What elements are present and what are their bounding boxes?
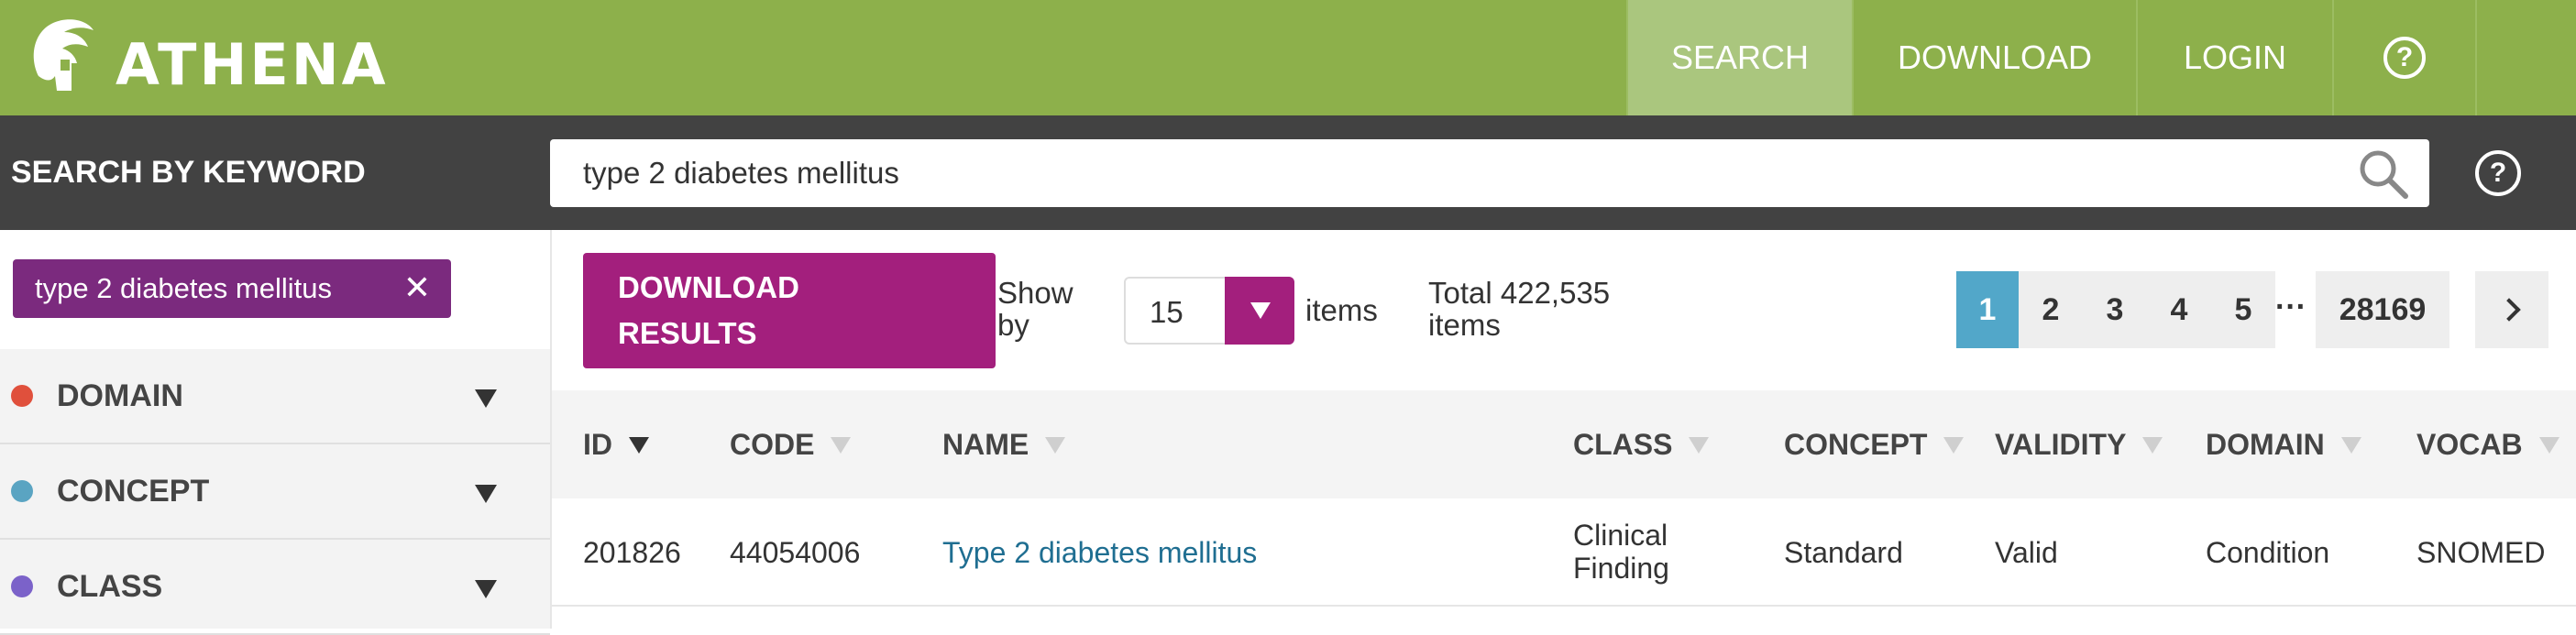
column-class-label: CLASS (1573, 428, 1673, 461)
download-results-button[interactable]: DOWNLOAD RESULTS (583, 253, 996, 368)
search-bar: SEARCH BY KEYWORD ? (0, 115, 2576, 230)
show-by-label: Show by (997, 277, 1089, 341)
nav-download-label: DOWNLOAD (1897, 38, 2092, 76)
chevron-down-icon (475, 580, 497, 598)
cell-id: 201826 (583, 536, 681, 569)
sort-icon (1943, 436, 1965, 454)
top-navigation-bar: ATHENA SEARCH DOWNLOAD LOGIN ? (0, 0, 2576, 115)
column-header-concept[interactable]: CONCEPT (1784, 428, 1965, 462)
nav-search[interactable]: SEARCH (1626, 0, 1852, 115)
page-size-value: 15 (1150, 295, 1183, 329)
column-validity-label: VALIDITY (1995, 428, 2127, 461)
search-icon[interactable] (2356, 147, 2411, 202)
sort-icon (2142, 436, 2163, 454)
cell-code: 44054006 (730, 536, 861, 569)
facet-class-label: CLASS (57, 568, 163, 604)
column-concept-label: CONCEPT (1784, 428, 1928, 461)
page-2[interactable]: 2 (2019, 271, 2083, 348)
filter-sidebar: type 2 diabetes mellitus ✕ DOMAIN CONCEP… (0, 230, 550, 635)
page-size-select[interactable]: 15 (1124, 277, 1294, 345)
logo-text: ATHENA (116, 30, 389, 98)
cell-class-line1: Clinical (1573, 519, 1668, 552)
keyword-filter-chip[interactable]: type 2 diabetes mellitus ✕ (13, 259, 451, 318)
sort-desc-icon (629, 436, 649, 454)
active-filters: type 2 diabetes mellitus ✕ (0, 230, 550, 349)
nav-download[interactable]: DOWNLOAD (1852, 0, 2136, 115)
nav-login-label: LOGIN (2183, 38, 2287, 76)
column-header-validity[interactable]: VALIDITY (1995, 428, 2163, 462)
concept-name-link[interactable]: Type 2 diabetes mellitus (942, 536, 1257, 569)
download-results-line2: RESULTS (618, 316, 757, 350)
nav-help[interactable]: ? (2332, 0, 2475, 115)
column-header-class[interactable]: CLASS (1573, 428, 1710, 462)
nav-login[interactable]: LOGIN (2136, 0, 2332, 115)
column-vocab-label: VOCAB (2416, 428, 2523, 461)
sort-icon (1045, 436, 1066, 454)
sort-icon (831, 436, 852, 454)
cell-vocab: SNOMED (2416, 536, 2546, 569)
cell-concept: Standard (1784, 536, 1903, 569)
column-code-label: CODE (730, 428, 815, 461)
cell-domain: Condition (2206, 536, 2330, 569)
facet-concept[interactable]: CONCEPT (0, 444, 550, 540)
column-id-label: ID (583, 428, 612, 461)
chevron-right-icon (2497, 298, 2521, 322)
cell-class-line2: Finding (1573, 552, 1669, 585)
class-dot-icon (11, 575, 33, 597)
next-page-button[interactable] (2475, 271, 2548, 348)
chevron-down-icon (475, 485, 497, 503)
total-items: Total 422,535 items (1428, 277, 1648, 341)
show-by-line1: Show (997, 276, 1073, 310)
spartan-helmet-icon (33, 19, 94, 91)
nav-spacer (2475, 0, 2576, 115)
help-icon: ? (2383, 37, 2426, 79)
page-last[interactable]: 28169 (2316, 271, 2449, 348)
page-1[interactable]: 1 (1956, 271, 2019, 348)
sort-icon (2340, 436, 2361, 454)
search-input[interactable] (550, 139, 2429, 207)
column-domain-label: DOMAIN (2206, 428, 2325, 461)
page-3[interactable]: 3 (2083, 271, 2147, 348)
column-name-label: NAME (942, 428, 1029, 461)
facet-domain[interactable]: DOMAIN (0, 349, 550, 444)
total-line2: items (1428, 308, 1501, 342)
cell-validity: Valid (1995, 536, 2058, 569)
athena-logo[interactable]: ATHENA (20, 7, 389, 108)
column-header-domain[interactable]: DOMAIN (2206, 428, 2361, 462)
page-4[interactable]: 4 (2147, 271, 2211, 348)
facet-class[interactable]: CLASS (0, 540, 550, 635)
download-results-line1: DOWNLOAD (618, 270, 799, 304)
column-header-name[interactable]: NAME (942, 428, 1066, 462)
column-header-vocab[interactable]: VOCAB (2416, 428, 2559, 462)
column-header-id[interactable]: ID (583, 428, 649, 462)
domain-dot-icon (11, 385, 33, 407)
search-help-icon[interactable]: ? (2475, 150, 2521, 196)
dropdown-arrow-icon[interactable] (1225, 277, 1294, 345)
facet-concept-label: CONCEPT (57, 473, 210, 509)
close-icon[interactable]: ✕ (403, 268, 431, 307)
show-by-line2: by (997, 308, 1029, 342)
column-header-code[interactable]: CODE (730, 428, 852, 462)
chevron-down-icon (475, 389, 497, 408)
facet-domain-label: DOMAIN (57, 378, 183, 413)
concept-dot-icon (11, 480, 33, 502)
nav-search-label: SEARCH (1670, 38, 1810, 76)
table-header: ID CODE NAME CLASS CONCEPT VALIDITY DOMA… (552, 390, 2576, 498)
sort-icon (1689, 436, 1710, 454)
cell-class: Clinical Finding (1573, 519, 1669, 585)
search-by-keyword-title: SEARCH BY KEYWORD (11, 155, 366, 190)
page-5[interactable]: 5 (2211, 271, 2275, 348)
total-line1: Total 422,535 (1428, 276, 1611, 310)
table-row[interactable]: 201826 44054006 Type 2 diabetes mellitus… (552, 498, 2576, 607)
page-ellipsis: ··· (2275, 290, 2306, 324)
chip-label: type 2 diabetes mellitus (35, 272, 332, 304)
items-label: items (1305, 293, 1378, 327)
sort-icon (2538, 436, 2559, 454)
